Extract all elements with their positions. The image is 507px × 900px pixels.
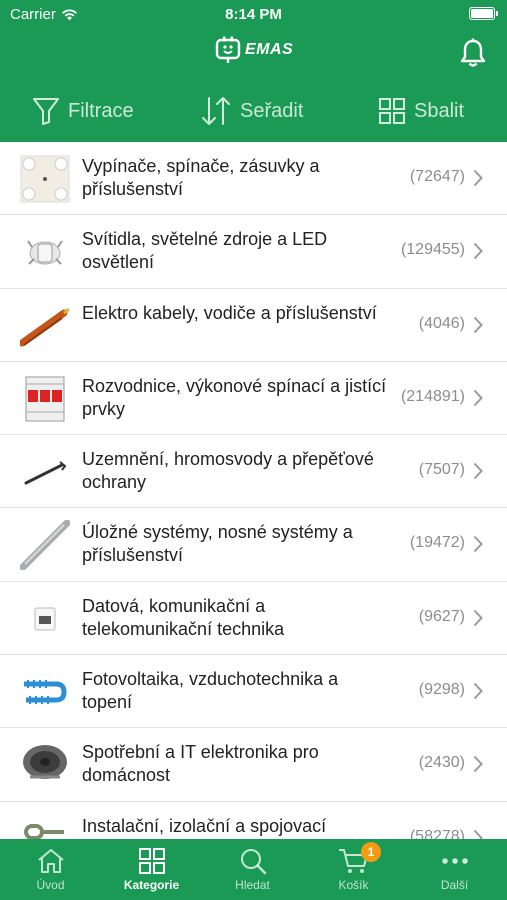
chevron-right-icon [473,756,483,773]
sort-button[interactable]: Seřadit [200,92,303,130]
collapse-button[interactable]: Sbalit [378,92,464,130]
chevron-right-icon [473,316,483,333]
speaker-icon [20,740,70,790]
grid-icon [138,848,165,874]
category-title: Svítidla, světelné zdroje a LED osvětlen… [82,229,328,273]
list-toolbar: Filtrace Seřadit Sbalit [0,92,507,132]
chevron-right-icon [473,829,483,839]
battery-icon [469,7,498,20]
status-time: 8:14 PM [225,6,282,23]
sort-arrows-icon [202,97,230,125]
category-row[interactable]: Elektro kabely, vodiče a příslušenství (… [0,289,507,362]
circuit-breaker-icon [20,374,70,424]
category-row[interactable]: Rozvodnice, výkonové spínací a jistící p… [0,362,507,436]
category-row[interactable]: Instalační, izolační a spojovací (58278) [0,802,507,839]
chevron-right-icon [473,609,483,626]
search-icon [240,849,266,875]
category-title: Uzemnění, hromosvody a přepěťové ochrany [82,449,374,493]
chevron-right-icon [473,536,483,553]
category-list: Vypínače, spínače, zásuvky a příslušenst… [0,142,507,839]
category-title: Úložné systémy, nosné systémy a přísluše… [82,522,353,566]
tab-cart-label: Košík [338,878,369,892]
tab-more[interactable]: Další [404,839,505,900]
tab-categories-label: Kategorie [123,878,180,892]
logo-text: EMAS [245,41,294,58]
tab-more-label: Další [440,878,469,892]
heating-cable-icon [20,667,70,717]
tab-categories[interactable]: Kategorie [101,839,202,900]
app-header: Carrier 8:14 PM EMAS Filtrace Seřadit Sb… [0,0,507,142]
filter-button[interactable]: Filtrace [32,92,134,130]
category-title: Rozvodnice, výkonové spínací a jistící p… [82,375,387,419]
category-count: (4046) [418,314,465,332]
category-count: (7507) [418,461,465,479]
category-title: Instalační, izolační a spojovací [82,815,327,836]
category-row[interactable]: Spotřební a IT elektronika pro domácnost… [0,728,507,802]
conduit-icon [20,520,70,571]
funnel-icon [33,98,59,125]
category-title: Spotřební a IT elektronika pro domácnost [82,742,319,786]
category-row[interactable]: Úložné systémy, nosné systémy a přísluše… [0,508,507,582]
category-title: Fotovoltaika, vzduchotechnika a topení [82,669,339,713]
grounding-rod-icon [20,447,70,497]
category-count: (58278) [409,827,465,839]
filter-label: Filtrace [68,99,134,122]
tab-search[interactable]: Hledat [202,839,303,900]
home-icon [37,849,64,873]
grid-icon [379,98,405,124]
cable-icon [20,301,70,351]
tab-home-label: Úvod [36,878,65,892]
chevron-right-icon [473,243,483,260]
chevron-right-icon [473,463,483,480]
socket-icon [20,154,70,204]
data-socket-icon [20,594,70,644]
category-count: (2430) [418,754,465,772]
category-row[interactable]: Uzemnění, hromosvody a přepěťové ochrany… [0,435,507,509]
notifications-button[interactable] [459,38,487,73]
category-title: Datová, komunikační a telekomunikační te… [82,595,285,639]
category-row[interactable]: Fotovoltaika, vzduchotechnika a topení (… [0,655,507,729]
chevron-right-icon [473,389,483,407]
collapse-label: Sbalit [414,99,465,122]
category-count: (129455) [400,241,465,259]
tab-search-label: Hledat [235,878,270,892]
chevron-right-icon [473,169,483,187]
bell-icon [460,38,486,67]
cart-badge: 1 [361,842,381,862]
category-row[interactable]: Vypínače, spínače, zásuvky a příslušenst… [0,142,507,216]
brand-logo: EMAS [215,36,293,64]
status-bar: Carrier 8:14 PM [0,0,507,28]
clamp-icon [20,814,70,839]
sort-label: Seřadit [240,99,304,122]
tab-bar: Úvod Kategorie Hledat 1 Košík Další [0,839,507,900]
category-count: (19472) [409,534,465,552]
category-count: (9298) [418,681,465,699]
category-title: Vypínače, spínače, zásuvky a příslušenst… [82,156,320,199]
category-count: (72647) [409,168,465,185]
category-count: (214891) [400,387,465,405]
lamp-icon [20,227,70,277]
category-count: (9627) [418,607,465,625]
tab-home[interactable]: Úvod [0,839,101,900]
category-row[interactable]: Svítidla, světelné zdroje a LED osvětlen… [0,215,507,289]
category-title: Elektro kabely, vodiče a příslušenství [82,302,377,323]
chevron-right-icon [473,682,483,700]
category-row[interactable]: Datová, komunikační a telekomunikační te… [0,582,507,656]
tab-cart[interactable]: 1 Košík [303,839,404,900]
more-dots-icon [441,858,468,864]
logo-plug-icon [215,36,241,63]
